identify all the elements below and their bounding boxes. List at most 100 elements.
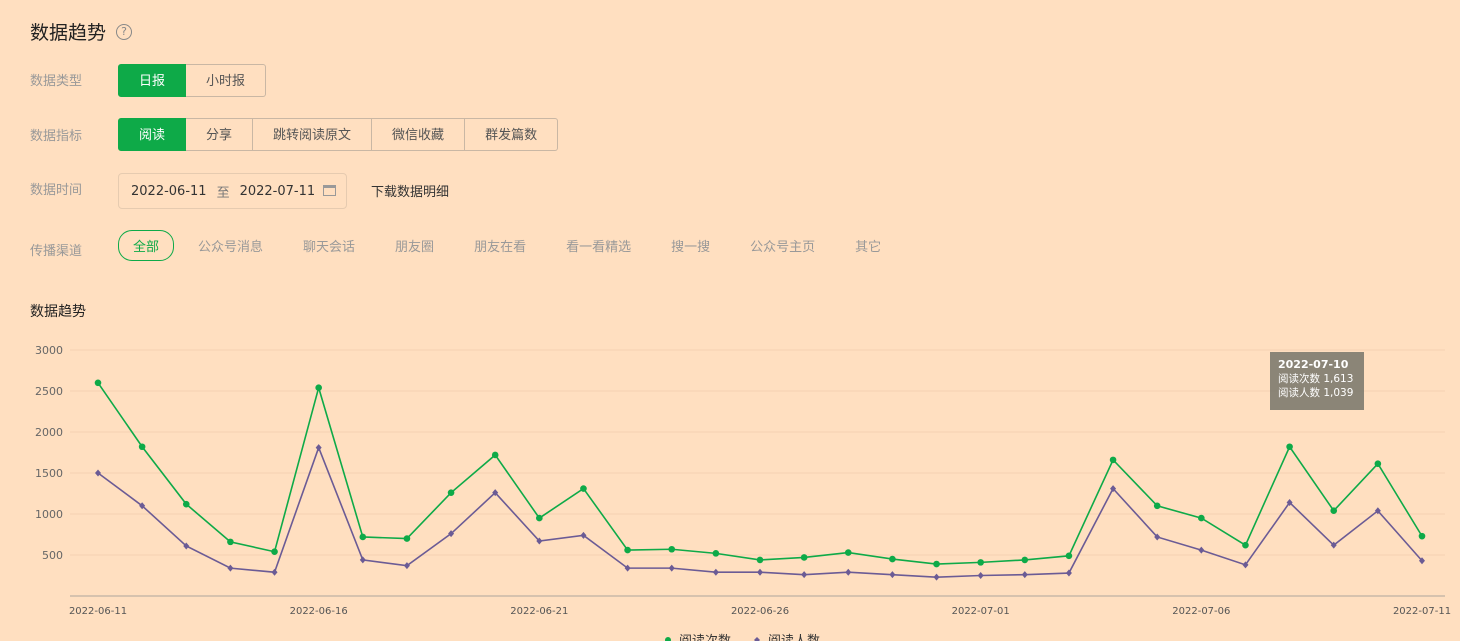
data-point	[94, 379, 102, 387]
data-point	[844, 549, 852, 556]
metric-favorite-button[interactable]: 微信收藏	[372, 118, 466, 151]
metric-posts-button[interactable]: 群发篇数	[465, 118, 559, 151]
data-point	[227, 538, 234, 546]
chart-tooltip: 2022-07-10 阅读次数 1,613 阅读人数 1,039	[1270, 352, 1364, 410]
metric-share-button[interactable]: 分享	[186, 118, 254, 151]
data-point	[977, 572, 984, 579]
type-hourly-button[interactable]: 小时报	[186, 64, 267, 97]
x-tick-label: 2022-07-11	[1393, 606, 1451, 617]
legend-label: 阅读人数	[768, 634, 820, 641]
time-label: 数据时间	[30, 183, 83, 198]
y-tick-label: 1000	[35, 508, 63, 521]
data-point	[712, 550, 720, 557]
data-point	[536, 514, 543, 522]
channel-label: 传播渠道	[30, 244, 83, 259]
data-point	[933, 573, 940, 581]
channel-homepage[interactable]: 公众号主页	[750, 236, 815, 255]
data-point	[977, 559, 984, 566]
metric-group: 阅读 分享 跳转阅读原文 微信收藏 群发篇数	[118, 118, 559, 151]
data-point	[1153, 502, 1161, 510]
data-point	[491, 451, 499, 459]
data-point	[889, 555, 896, 563]
y-tick-label: 2500	[35, 385, 63, 398]
tooltip-line2: 阅读人数 1,039	[1278, 387, 1354, 399]
data-point	[1374, 460, 1382, 468]
data-point	[624, 546, 631, 554]
channel-tabs: 全部 公众号消息 聊天会话 朋友圈 朋友在看 看一看精选 搜一搜 公众号主页 其…	[118, 230, 921, 261]
data-point	[315, 384, 322, 392]
channel-friends-watching[interactable]: 朋友在看	[474, 236, 526, 255]
page-title: 数据趋势 ?	[30, 18, 133, 45]
metric-read-button[interactable]: 阅读	[118, 118, 187, 151]
x-tick-label: 2022-07-06	[1172, 606, 1230, 617]
date-start[interactable]: 2022-06-11	[131, 184, 207, 199]
data-point	[1109, 456, 1117, 464]
tooltip-date: 2022-07-10	[1278, 358, 1349, 371]
x-tick-label: 2022-06-26	[731, 606, 789, 617]
date-end[interactable]: 2022-07-11	[240, 184, 316, 199]
data-point	[182, 500, 190, 508]
channel-official-msg[interactable]: 公众号消息	[198, 236, 263, 255]
data-point	[756, 556, 764, 564]
tooltip-line1: 阅读次数 1,613	[1278, 373, 1354, 385]
data-point	[1198, 514, 1205, 522]
channel-all[interactable]: 全部	[118, 230, 175, 261]
data-point	[1330, 507, 1338, 515]
data-point	[138, 443, 146, 451]
y-tick-label: 3000	[35, 344, 63, 357]
page-title-text: 数据趋势	[30, 22, 107, 44]
data-point	[845, 568, 852, 576]
legend-marker	[754, 637, 760, 641]
legend-marker	[665, 637, 671, 641]
data-point	[757, 568, 763, 576]
x-tick-label: 2022-06-21	[510, 606, 568, 617]
data-point	[315, 444, 322, 452]
data-point	[1065, 552, 1073, 560]
data-point	[1286, 443, 1293, 451]
data-point	[359, 556, 366, 564]
data-point	[668, 564, 675, 572]
data-point	[801, 571, 808, 579]
data-point	[1021, 556, 1029, 564]
channel-search[interactable]: 搜一搜	[671, 236, 710, 255]
data-point	[403, 535, 411, 542]
y-tick-label: 2000	[35, 426, 63, 439]
y-tick-label: 1500	[35, 467, 63, 480]
data-point	[227, 564, 234, 572]
data-point	[1418, 532, 1426, 540]
question-circle-icon[interactable]: ?	[116, 23, 133, 40]
data-point	[933, 560, 940, 568]
legend-label: 阅读次数	[679, 633, 731, 641]
data-point	[271, 568, 278, 576]
x-tick-label: 2022-07-01	[952, 606, 1010, 617]
metric-jump-original-button[interactable]: 跳转阅读原文	[253, 118, 373, 151]
type-daily-button[interactable]: 日报	[118, 64, 187, 97]
y-tick-label: 500	[42, 549, 63, 562]
data-point	[668, 545, 676, 553]
data-type-label: 数据类型	[30, 74, 83, 89]
trend-chart: 500 1000 1500 2000 2500 3000 2022-06-11 2022-06…	[35, 344, 1451, 641]
metric-label: 数据指标	[30, 129, 83, 144]
date-separator: 至	[216, 185, 230, 201]
channel-top-stories[interactable]: 看一看精选	[566, 236, 631, 255]
calendar-icon[interactable]	[323, 185, 336, 196]
data-point	[271, 548, 278, 556]
channel-moments[interactable]: 朋友圈	[395, 236, 434, 255]
data-point	[1242, 541, 1249, 549]
date-range-picker[interactable]: 2022-06-11 至 2022-07-11	[118, 173, 347, 209]
x-tick-label: 2022-06-11	[69, 606, 127, 617]
data-point	[712, 568, 719, 576]
data-point	[1021, 571, 1028, 579]
data-point	[1198, 546, 1205, 554]
chart-title: 数据趋势	[30, 304, 86, 320]
channel-other[interactable]: 其它	[855, 236, 881, 255]
data-point	[447, 489, 455, 496]
data-type-group: 日报 小时报	[118, 64, 267, 97]
data-point	[580, 485, 587, 492]
x-tick-label: 2022-06-16	[290, 606, 348, 617]
data-point	[889, 571, 896, 579]
download-details-link[interactable]: 下载数据明细	[371, 181, 449, 200]
channel-chat[interactable]: 聊天会话	[303, 236, 355, 255]
data-point	[359, 533, 367, 541]
data-point	[800, 554, 808, 561]
